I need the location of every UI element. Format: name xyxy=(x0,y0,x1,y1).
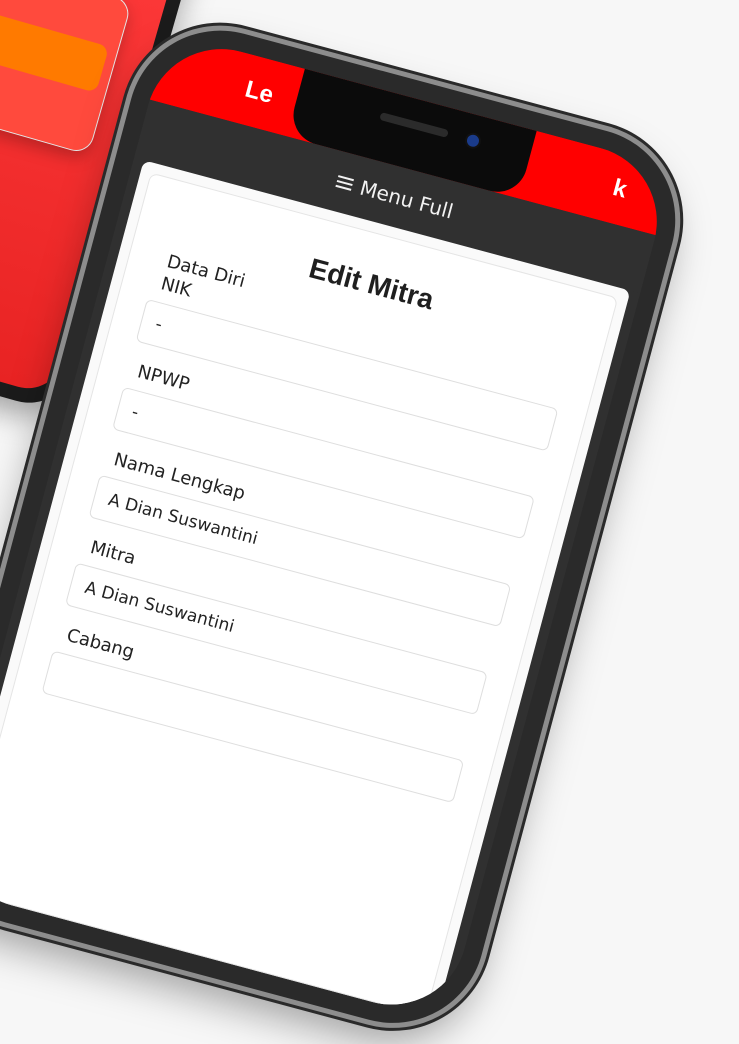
app-brand-right: k xyxy=(609,174,630,204)
camera-icon xyxy=(465,133,481,149)
hamburger-icon xyxy=(335,172,355,194)
menu-toggle-label: Menu Full xyxy=(357,175,456,224)
nik-value: - xyxy=(153,314,165,336)
app-brand-left: Le xyxy=(242,75,277,109)
page-content: Edit Mitra Data Diri NIK - NPWP - Nama L… xyxy=(0,160,631,1019)
form-card: Edit Mitra Data Diri NIK - NPWP - Nama L… xyxy=(0,172,619,1017)
npwp-value: - xyxy=(129,402,141,424)
speaker-grille xyxy=(379,112,449,138)
